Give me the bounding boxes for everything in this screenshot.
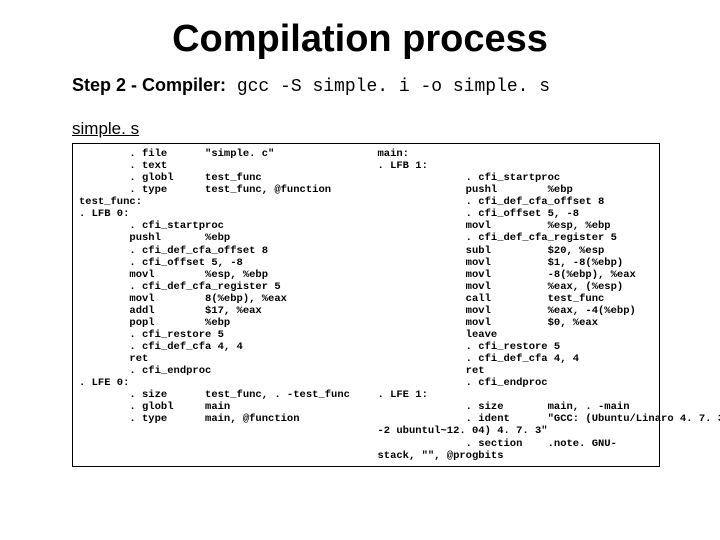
- code-column-right: main: . LFB 1: . cfi_startproc pushl %eb…: [377, 148, 720, 462]
- step-prefix: Step 2 - Compiler:: [72, 75, 226, 95]
- code-box: . file "simple. c" . text . globl test_f…: [72, 143, 660, 467]
- code-filename: simple. s: [72, 119, 690, 139]
- step-command: gcc -S simple. i -o simple. s: [226, 77, 550, 97]
- page-title: Compilation process: [30, 18, 690, 61]
- code-column-left: . file "simple. c" . text . globl test_f…: [79, 148, 377, 462]
- step-line: Step 2 - Compiler: gcc -S simple. i -o s…: [72, 75, 690, 97]
- slide: Compilation process Step 2 - Compiler: g…: [0, 0, 720, 540]
